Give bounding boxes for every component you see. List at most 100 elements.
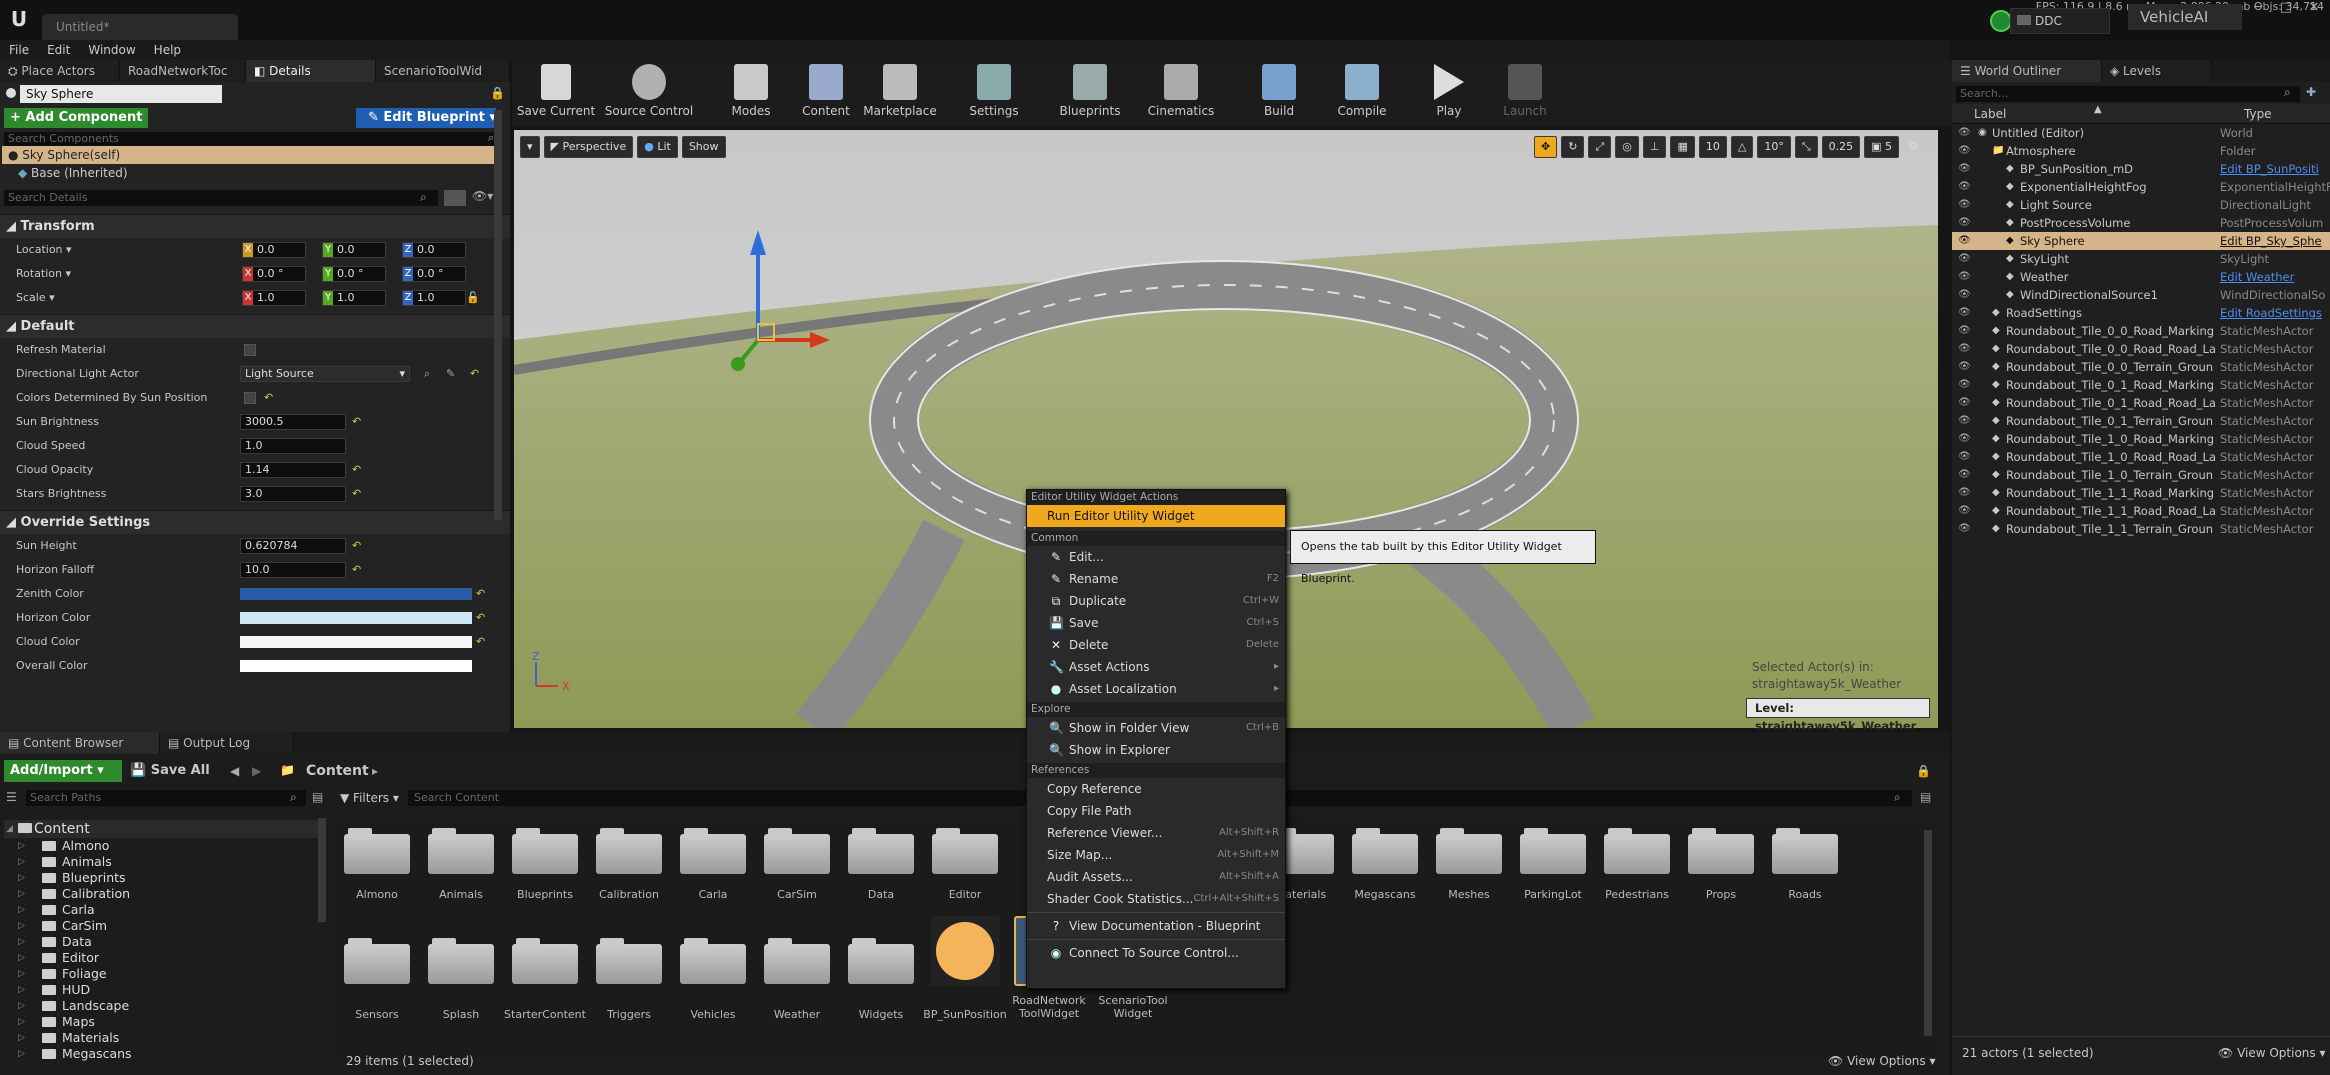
location-y-field[interactable]: Y 0.0 [322, 242, 386, 258]
cb-view-options[interactable]: 👁 View Options ▾ [1828, 1054, 1936, 1068]
horizon-falloff-field[interactable]: 10.0 [240, 562, 346, 578]
camera-speed-value[interactable]: ▣ 5 [1864, 136, 1900, 158]
menu-item-connect-source-control[interactable]: ◉ Connect To Source Control... [1027, 942, 1285, 964]
marketplace-button[interactable]: Marketplace [858, 62, 942, 118]
rotate-mode-icon[interactable]: ↻ [1561, 136, 1585, 158]
tree-folder[interactable]: ▷ Megascans [4, 1046, 320, 1062]
save-current-button[interactable]: Save Current [516, 62, 596, 118]
outliner-row[interactable]: 👁 ◆ PostProcessVolume PostProcessVolum [1952, 214, 2330, 232]
settings-button[interactable]: Settings [952, 62, 1036, 118]
scale-snap-icon[interactable]: ⤡ [1794, 136, 1818, 158]
search-components-input[interactable]: Search Components [4, 132, 498, 146]
viewport-options-button[interactable]: ▾ [520, 136, 540, 158]
outliner-row[interactable]: 👁 ◆ Weather Edit Weather [1952, 268, 2330, 286]
tab-scenario-tool[interactable]: ScenarioToolWid [376, 60, 510, 82]
picker-icon[interactable]: ✎ [446, 362, 455, 386]
reset-icon[interactable]: ↶ [352, 410, 361, 434]
property-matrix-icon[interactable] [444, 190, 466, 206]
outliner-row-type[interactable]: Edit Weather [2220, 268, 2330, 286]
expand-arrow-icon[interactable]: ▷ [18, 854, 25, 870]
outliner-search-input[interactable]: Search... [1956, 86, 2300, 102]
scale-label[interactable]: Scale ▾ [16, 286, 55, 310]
asset-folder[interactable] [678, 938, 748, 1000]
menu-item-copy-file-path[interactable]: Copy File Path [1027, 800, 1285, 822]
scale-x-field[interactable]: X 1.0 [242, 290, 306, 306]
asset-bp-sunposition[interactable] [930, 916, 1000, 992]
surface-snap-icon[interactable]: ⊥ [1642, 136, 1667, 158]
rotation-z-field[interactable]: Z 0.0 ° [402, 266, 466, 282]
save-all-button[interactable]: 💾 Save All [130, 760, 210, 782]
asset-folder[interactable] [426, 828, 496, 890]
menu-item-audit-assets[interactable]: Audit Assets... Alt+Shift+A [1027, 866, 1285, 888]
tab-world-outliner[interactable]: ☰ World Outliner [1952, 60, 2102, 82]
menu-window[interactable]: Window [79, 40, 144, 60]
visibility-eye-icon[interactable]: 👁 [1958, 520, 1971, 538]
cloud-opacity-field[interactable]: 1.14 [240, 462, 346, 478]
visibility-eye-icon[interactable]: 👁 [1958, 304, 1971, 322]
section-transform[interactable]: ◢ Transform [0, 214, 510, 238]
launch-button[interactable]: Launch [1488, 62, 1562, 118]
lock-icon[interactable]: 🔒 [1916, 764, 1931, 778]
grid-snap-icon[interactable]: ▦ [1670, 136, 1695, 158]
tree-folder[interactable]: ▷ Editor [4, 950, 320, 966]
asset-folder[interactable] [1518, 828, 1588, 890]
tree-root-content[interactable]: ◢ Content [4, 820, 320, 838]
location-z-field[interactable]: Z 0.0 [402, 242, 466, 258]
visibility-eye-icon[interactable]: 👁 [1958, 340, 1971, 358]
cloud-speed-field[interactable]: 1.0 [240, 438, 346, 454]
forward-arrow-icon[interactable]: ▶ [252, 764, 261, 778]
asset-folder[interactable] [678, 828, 748, 890]
tab-road-network[interactable]: RoadNetworkToc [120, 60, 246, 82]
overall-color-swatch[interactable] [240, 660, 472, 672]
rotation-x-field[interactable]: X 0.0 ° [242, 266, 306, 282]
expand-arrow-icon[interactable]: ▷ [18, 918, 25, 934]
tab-levels[interactable]: ◈ Levels [2102, 60, 2212, 82]
blueprints-button[interactable]: Blueprints [1048, 62, 1132, 118]
run-editor-utility-widget[interactable]: Run Editor Utility Widget [1027, 505, 1285, 527]
location-x-field[interactable]: X 0.0 [242, 242, 306, 258]
grid-snap-value[interactable]: 10 [1698, 136, 1727, 158]
asset-folder[interactable] [342, 828, 412, 890]
col-label-header[interactable]: Label [1974, 107, 2006, 121]
visibility-eye-icon[interactable]: 👁 [1958, 160, 1971, 178]
tree-folder[interactable]: ▷ Carla [4, 902, 320, 918]
source-control-status-icon[interactable] [1990, 10, 2012, 32]
rotation-snap-value[interactable]: 10° [1757, 136, 1791, 158]
lock-scale-icon[interactable]: 🔓 [466, 286, 480, 310]
eye-icon[interactable]: 👁▾ [472, 189, 493, 203]
outliner-row[interactable]: 👁 ◆ Roundabout_Tile_1_0_Road_Road_La Static… [1952, 448, 2330, 466]
visibility-eye-icon[interactable]: 👁 [1958, 502, 1971, 520]
outliner-row[interactable]: 👁 ◆ Roundabout_Tile_1_1_Road_Marking Static… [1952, 484, 2330, 502]
reset-icon[interactable]: ↶ [264, 386, 273, 410]
translate-mode-icon[interactable]: ✥ [1534, 136, 1558, 158]
visibility-eye-icon[interactable]: 👁 [1958, 124, 1971, 142]
modes-button[interactable]: Modes [716, 62, 786, 118]
content-button[interactable]: Content [794, 62, 858, 118]
menu-item-rename[interactable]: ✎ Rename F2 [1027, 568, 1285, 590]
asset-folder[interactable] [342, 938, 412, 1000]
menu-item-delete[interactable]: ✕ Delete Delete [1027, 634, 1285, 656]
visibility-eye-icon[interactable]: 👁 [1958, 196, 1971, 214]
visibility-eye-icon[interactable]: 👁 [1958, 250, 1971, 268]
tree-folder[interactable]: ▷ Maps [4, 1014, 320, 1030]
asset-folder[interactable] [594, 938, 664, 1000]
unreal-logo-icon[interactable]: U [6, 6, 32, 32]
actor-name-input[interactable]: Sky Sphere [20, 85, 222, 103]
expand-arrow-icon[interactable]: ▷ [18, 902, 25, 918]
outliner-view-options[interactable]: 👁 View Options ▾ [2218, 1046, 2326, 1060]
component-self-item[interactable]: ● Sky Sphere(self) [2, 146, 498, 164]
asset-scrollbar[interactable] [1924, 830, 1932, 1036]
sun-brightness-field[interactable]: 3000.5 [240, 414, 346, 430]
scale-snap-value[interactable]: 0.25 [1821, 136, 1861, 158]
reset-icon[interactable]: ↶ [352, 534, 361, 558]
tree-folder[interactable]: ▷ Animals [4, 854, 320, 870]
reset-icon[interactable]: ↶ [476, 582, 485, 606]
maximize-viewport-icon[interactable]: ⧉ [1903, 136, 1923, 158]
location-label[interactable]: Location ▾ [16, 238, 72, 262]
expand-arrow-icon[interactable]: ▷ [18, 1030, 25, 1046]
horizon-color-swatch[interactable] [240, 612, 472, 624]
tab-output-log[interactable]: ▤ Output Log [160, 732, 294, 754]
tree-folder[interactable]: ▷ HUD [4, 982, 320, 998]
tree-options-icon[interactable]: ▤ [312, 790, 323, 804]
dir-light-dropdown[interactable]: Light Source ▾ [240, 366, 410, 382]
